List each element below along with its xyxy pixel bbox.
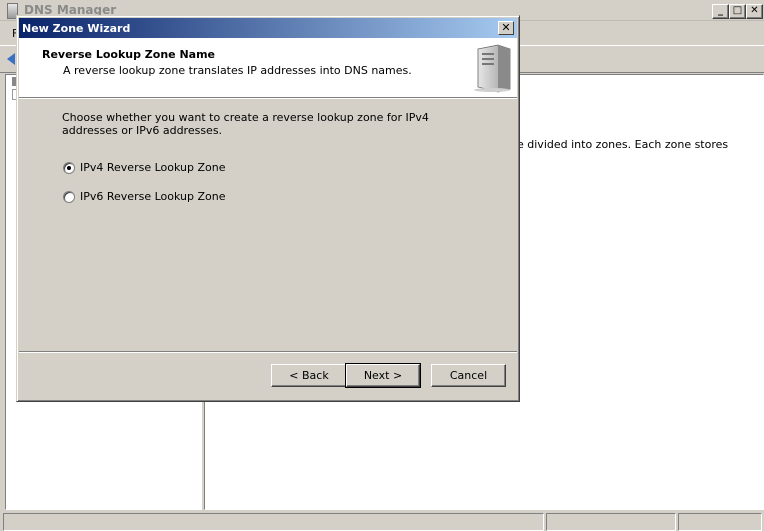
page-title: Reverse Lookup Zone Name — [42, 48, 216, 61]
wizard-header: Reverse Lookup Zone Name A reverse looku… — [19, 38, 517, 99]
status-pane-3 — [678, 513, 762, 531]
status-pane-2 — [546, 513, 676, 531]
new-zone-wizard-dialog: New Zone Wizard ✕ Reverse Lookup Zone Na… — [16, 15, 520, 402]
back-button[interactable]: < Back — [271, 364, 347, 387]
ipv4-label[interactable]: IPv4 Reverse Lookup Zone — [80, 161, 225, 174]
ipv6-label[interactable]: IPv6 Reverse Lookup Zone — [80, 190, 225, 203]
maximize-button[interactable]: □ — [729, 4, 746, 19]
cancel-button[interactable]: Cancel — [431, 364, 506, 387]
status-bar — [0, 510, 764, 531]
ipv4-radio[interactable] — [63, 162, 75, 174]
dialog-title: New Zone Wizard — [22, 22, 131, 35]
radio-selected-dot — [67, 166, 71, 170]
window-close-button[interactable]: ✕ — [746, 4, 763, 19]
header-separator — [19, 98, 517, 99]
next-button[interactable]: Next > — [345, 363, 421, 388]
minimize-button[interactable]: _ — [712, 4, 729, 19]
footer-separator-highlight — [19, 352, 517, 353]
status-pane-main — [3, 513, 544, 531]
detail-description: e divided into zones. Each zone stores — [517, 138, 729, 151]
page-subtitle: A reverse lookup zone translates IP addr… — [63, 64, 412, 77]
dialog-close-button[interactable]: ✕ — [498, 21, 514, 35]
dialog-titlebar[interactable]: New Zone Wizard ✕ — [19, 18, 517, 38]
instruction-text: Choose whether you want to create a reve… — [62, 111, 429, 137]
back-arrow-icon[interactable] — [7, 53, 15, 65]
server-icon — [474, 44, 511, 93]
ipv6-radio[interactable] — [63, 191, 75, 203]
